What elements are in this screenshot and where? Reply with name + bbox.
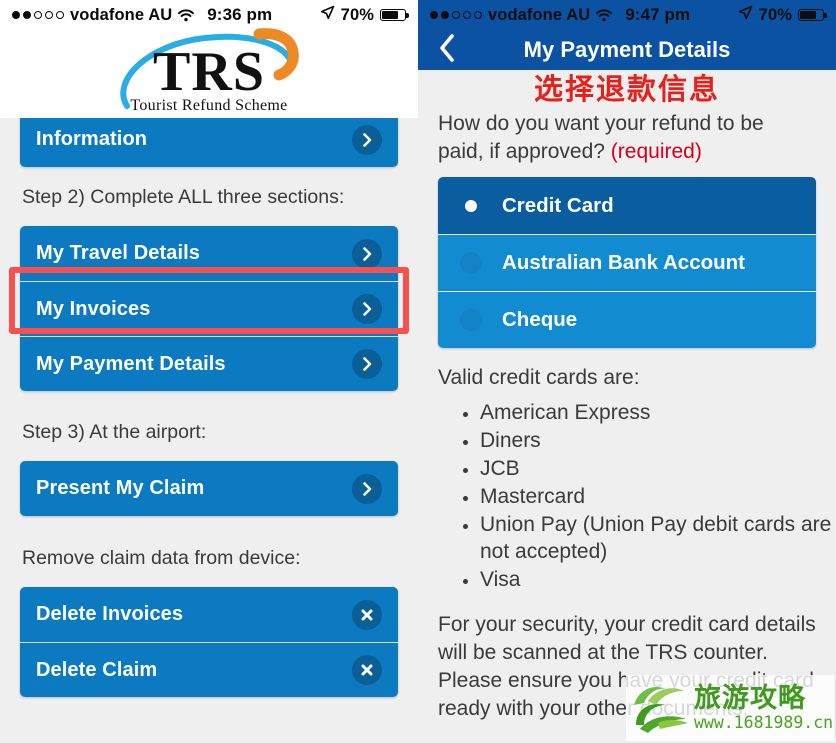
svg-text:TRS: TRS — [153, 41, 265, 103]
wifi-icon — [595, 8, 613, 22]
battery-percent-label: 70% — [758, 5, 792, 24]
list-item: Diners — [480, 428, 836, 455]
clock-label: 9:47 pm — [625, 5, 691, 24]
refund-question: How do you want your refund to be paid, … — [418, 110, 836, 165]
information-button-label: Information — [36, 128, 148, 150]
my-invoices-button[interactable]: My Invoices — [20, 281, 398, 337]
watermark-logo-icon — [634, 686, 688, 733]
list-item: Union Pay (Union Pay debit cards are not… — [480, 512, 836, 566]
present-my-claim-label: Present My Claim — [36, 477, 205, 500]
radio-unselected-icon — [460, 309, 482, 332]
close-x-icon — [352, 655, 382, 686]
my-payment-details-label: My Payment Details — [36, 352, 226, 375]
status-right-group: 70% — [320, 5, 409, 25]
step2-section: Step 2) Complete ALL three sections: My … — [0, 185, 418, 392]
page-title: My Payment Details — [523, 37, 731, 62]
watermark: 旅游攻略 www.1681989.cn — [626, 675, 834, 741]
step2-button-group-wrap: My Travel Details My Invoices My Payment… — [0, 226, 418, 392]
clock-label: 9:36 pm — [207, 5, 273, 24]
option-australian-bank-account-label: Australian Bank Account — [502, 251, 746, 275]
battery-icon — [798, 9, 827, 21]
option-cheque[interactable]: Cheque — [438, 291, 816, 349]
trs-logo-svg: TRS Tourist Refund Scheme — [120, 28, 299, 114]
remove-data-section: Remove claim data from device: Delete In… — [0, 546, 418, 698]
information-section: Information — [0, 112, 418, 167]
delete-invoices-label: Delete Invoices — [36, 603, 184, 626]
my-travel-details-label: My Travel Details — [36, 242, 201, 265]
close-x-icon — [352, 599, 382, 630]
refund-question-line1: How do you want your refund to be — [438, 111, 764, 135]
list-item: Mastercard — [480, 484, 836, 511]
refund-method-options: Credit Card Australian Bank Account Cheq… — [438, 177, 816, 349]
option-credit-card-label: Credit Card — [502, 193, 614, 217]
step2-button-group: My Travel Details My Invoices My Payment… — [20, 226, 398, 392]
status-right-group: 70% — [738, 5, 827, 25]
chevron-right-icon — [352, 349, 382, 380]
watermark-text: 旅游攻略 www.1681989.cn — [694, 685, 833, 732]
battery-icon — [380, 9, 409, 21]
required-label: (required) — [610, 139, 702, 163]
chevron-left-icon — [437, 33, 457, 68]
information-button-group: Information — [20, 112, 398, 167]
list-item: American Express — [480, 400, 836, 427]
watermark-url-label: www.1681989.cn — [694, 712, 834, 732]
right-status-bar: vodafone AU 9:47 pm 70% — [418, 0, 836, 30]
right-top-bar: vodafone AU 9:47 pm 70% My Payment Detai… — [418, 0, 836, 70]
valid-cards-label: Valid credit cards are: — [438, 366, 640, 390]
carrier-label: vodafone AU — [70, 5, 173, 24]
present-my-claim-button[interactable]: Present My Claim — [20, 461, 398, 517]
signal-strength-icon — [430, 11, 482, 19]
step3-label: Step 3) At the airport: — [22, 421, 207, 443]
chevron-right-icon — [352, 238, 382, 269]
list-item: Visa — [480, 567, 836, 594]
step3-section: Step 3) At the airport: Present My Claim — [0, 420, 418, 517]
wifi-icon — [177, 8, 195, 22]
delete-invoices-button[interactable]: Delete Invoices — [20, 587, 398, 643]
left-header-overlay: vodafone AU 9:36 pm 70% TRS Tourist Refu… — [0, 0, 418, 118]
my-travel-details-button[interactable]: My Travel Details — [20, 226, 398, 282]
remove-data-label: Remove claim data from device: — [22, 547, 301, 569]
right-phone-screen: vodafone AU 9:47 pm 70% My Payment Detai… — [418, 0, 836, 743]
radio-selected-icon — [460, 195, 482, 217]
option-australian-bank-account[interactable]: Australian Bank Account — [438, 234, 816, 292]
trs-logo: TRS Tourist Refund Scheme — [0, 28, 418, 118]
chevron-right-icon — [352, 124, 382, 155]
back-button[interactable] — [432, 33, 462, 68]
option-cheque-label: Cheque — [502, 308, 578, 332]
refund-question-line2: paid, if approved? — [438, 139, 611, 163]
signal-strength-icon — [12, 11, 64, 19]
option-credit-card[interactable]: Credit Card — [438, 177, 816, 235]
left-status-bar: vodafone AU 9:36 pm 70% — [0, 0, 418, 30]
watermark-cn-label: 旅游攻略 — [694, 682, 806, 714]
delete-claim-button[interactable]: Delete Claim — [20, 642, 398, 698]
valid-cards-list: American Express Diners JCB Mastercard U… — [418, 400, 836, 593]
battery-percent-label: 70% — [340, 5, 374, 24]
step3-button-group: Present My Claim — [20, 461, 398, 517]
delete-claim-label: Delete Claim — [36, 658, 158, 681]
location-arrow-icon — [738, 5, 753, 25]
radio-unselected-icon — [460, 252, 482, 275]
chinese-annotation: 选择退款信息 — [533, 72, 720, 106]
my-invoices-label: My Invoices — [36, 297, 151, 320]
location-arrow-icon — [320, 5, 335, 25]
right-content: 选择退款信息 How do you want your refund to be… — [418, 70, 836, 722]
carrier-label: vodafone AU — [488, 5, 591, 24]
information-button[interactable]: Information — [20, 112, 398, 167]
navigation-bar: My Payment Details — [418, 30, 836, 70]
list-item: JCB — [480, 456, 836, 483]
chevron-right-icon — [352, 473, 382, 504]
dual-screenshot-container: Information Step 2) Complete ALL three s… — [0, 0, 836, 743]
step2-label: Step 2) Complete ALL three sections: — [22, 186, 345, 208]
my-payment-details-button[interactable]: My Payment Details — [20, 336, 398, 392]
chevron-right-icon — [352, 294, 382, 325]
svg-text:Tourist Refund Scheme: Tourist Refund Scheme — [130, 97, 287, 114]
left-phone-screen: Information Step 2) Complete ALL three s… — [0, 0, 418, 743]
remove-button-group: Delete Invoices Delete Claim — [20, 587, 398, 698]
